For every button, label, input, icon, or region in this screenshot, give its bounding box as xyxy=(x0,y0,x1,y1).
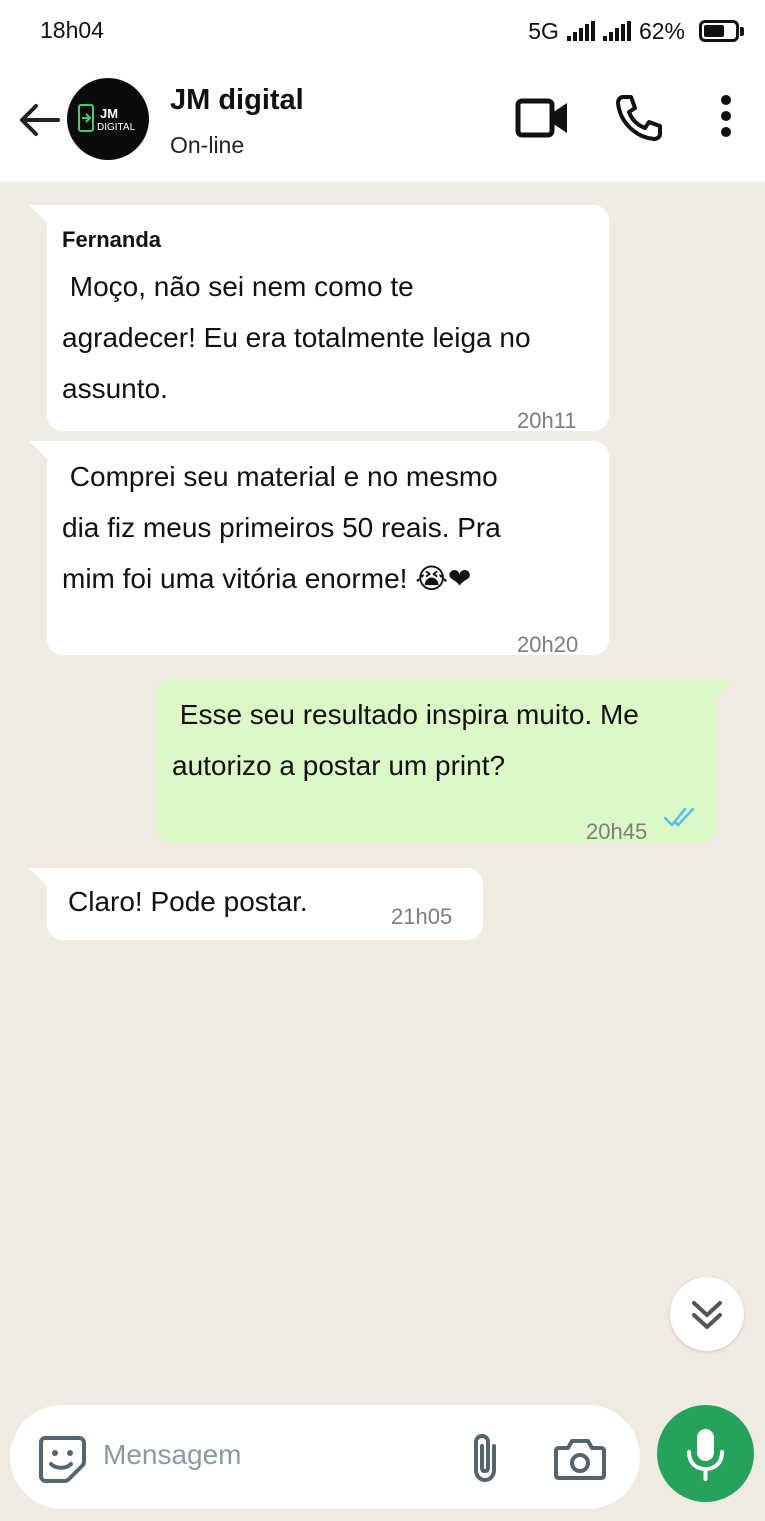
chat-header: JM DIGITAL JM digital On-line xyxy=(0,62,765,182)
message-composer[interactable]: Mensagem xyxy=(10,1405,640,1509)
sticker-icon xyxy=(39,1436,86,1483)
message-line: agradecer! Eu era totalmente leiga no xyxy=(62,322,531,353)
battery-percent: 62% xyxy=(638,17,685,44)
message-incoming[interactable]: Comprei seu material e no mesmo dia fiz … xyxy=(47,441,609,657)
network-type: 5G xyxy=(528,17,559,44)
signal-icon xyxy=(566,21,595,41)
bubble-tail xyxy=(29,205,47,223)
scroll-to-bottom-button[interactable] xyxy=(670,1277,744,1351)
message-incoming[interactable]: Claro! Pode postar. 21h05 xyxy=(47,868,483,940)
message-line: Claro! Pode postar. xyxy=(68,886,308,917)
signal-icon-2 xyxy=(602,21,631,41)
attach-button[interactable] xyxy=(468,1432,502,1489)
microphone-icon xyxy=(687,1429,724,1481)
status-indicators: 5G 62% xyxy=(528,17,744,45)
bubble-tail xyxy=(29,868,47,886)
video-camera-icon xyxy=(515,98,567,138)
video-call-button[interactable] xyxy=(515,96,569,145)
battery-icon xyxy=(699,20,744,42)
message-line: mim foi uma vitória enorme! 😭❤ xyxy=(62,563,472,594)
bubble-tail xyxy=(716,680,734,698)
message-line: Esse seu resultado inspira muito. Me xyxy=(172,699,639,730)
svg-text:JM: JM xyxy=(100,106,118,121)
message-line: assunto. xyxy=(62,373,168,404)
message-line: Comprei seu material e no mesmo xyxy=(62,461,498,492)
message-time: 21h05 xyxy=(391,904,453,929)
message-time: 20h11 xyxy=(517,408,577,433)
double-chevron-down-icon xyxy=(692,1301,722,1329)
arrow-left-icon xyxy=(20,104,60,136)
status-bar: 18h04 5G 62% xyxy=(0,0,765,62)
sticker-button[interactable] xyxy=(37,1434,87,1489)
camera-icon xyxy=(554,1439,606,1480)
message-time: 20h45 xyxy=(586,819,648,844)
read-ticks-icon xyxy=(663,807,695,827)
message-time: 20h20 xyxy=(517,632,579,657)
message-incoming[interactable]: Fernanda Moço, não sei nem como te agrad… xyxy=(47,205,609,433)
message-outgoing[interactable]: Esse seu resultado inspira muito. Me aut… xyxy=(156,680,716,844)
svg-text:DIGITAL: DIGITAL xyxy=(97,122,136,133)
back-button[interactable] xyxy=(18,100,60,140)
voice-call-button[interactable] xyxy=(614,93,664,146)
message-line: Moço, não sei nem como te xyxy=(62,271,414,302)
more-vertical-icon xyxy=(721,95,731,137)
message-line: dia fiz meus primeiros 50 reais. Pra xyxy=(62,512,501,543)
camera-button[interactable] xyxy=(553,1436,607,1487)
message-line: autorizo a postar um print? xyxy=(172,750,506,781)
message-input[interactable]: Mensagem xyxy=(103,1439,242,1471)
paperclip-icon xyxy=(474,1433,496,1483)
contact-status: On-line xyxy=(170,132,245,158)
voice-record-button[interactable] xyxy=(657,1405,754,1502)
chat-area[interactable]: Fernanda Moço, não sei nem como te agrad… xyxy=(0,182,765,1521)
avatar[interactable]: JM DIGITAL xyxy=(67,78,149,160)
phone-icon xyxy=(616,95,662,141)
bubble-tail xyxy=(29,441,47,459)
more-options-button[interactable] xyxy=(715,94,737,143)
contact-name[interactable]: JM digital xyxy=(170,84,304,117)
message-sender: Fernanda xyxy=(62,227,162,252)
jm-digital-logo: JM DIGITAL xyxy=(78,104,136,133)
status-time: 18h04 xyxy=(40,17,104,43)
